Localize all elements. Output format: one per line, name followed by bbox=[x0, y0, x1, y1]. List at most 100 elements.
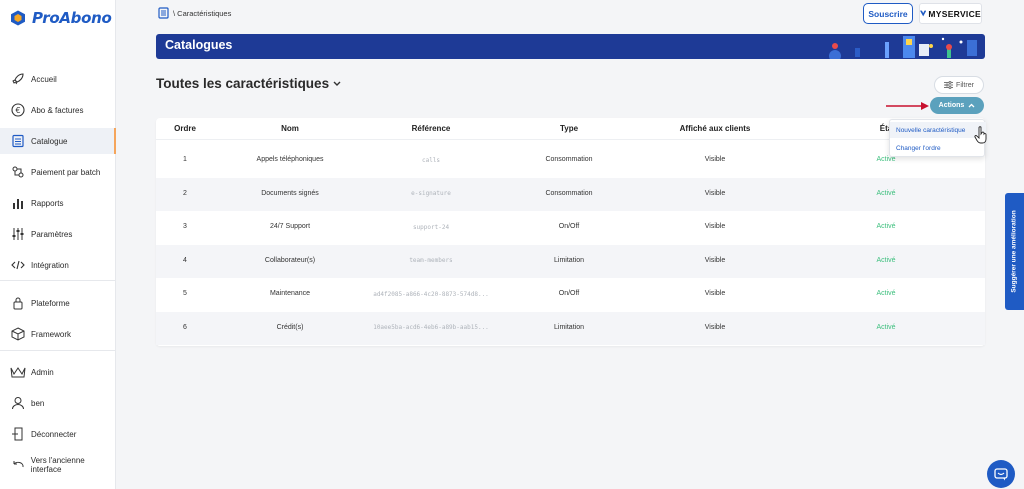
sidebar-item-deconnecter[interactable]: Déconnecter bbox=[0, 421, 116, 447]
characteristics-table: Ordre Nom Référence Type Affiché aux cli… bbox=[156, 118, 985, 346]
page-banner: Catalogues bbox=[156, 34, 985, 59]
sidebar-item-admin[interactable]: Admin bbox=[0, 359, 116, 385]
breadcrumb: \ Caractéristiques bbox=[158, 7, 231, 19]
sidebar-item-accueil[interactable]: Accueil bbox=[0, 66, 116, 92]
row-reference: team-members bbox=[409, 257, 453, 264]
banner-title: Catalogues bbox=[165, 38, 233, 52]
euro-icon: € bbox=[10, 102, 26, 118]
sidebar-item-label: Intégration bbox=[31, 260, 69, 270]
sidebar-item-label: Paramètres bbox=[31, 229, 73, 239]
sidebar-item-integration[interactable]: Intégration bbox=[0, 252, 116, 278]
arrow-annotation-icon bbox=[886, 102, 929, 110]
sidebar-item-plateforme[interactable]: Plateforme bbox=[0, 290, 116, 316]
sidebar: ProAbono Accueil € Abo & factures Catalo… bbox=[0, 0, 116, 489]
row-reference: e-signature bbox=[411, 190, 451, 197]
subscribe-button[interactable]: Souscrire bbox=[863, 3, 913, 24]
lock-icon bbox=[10, 295, 26, 311]
status-badge: Activé bbox=[876, 156, 896, 163]
column-header-type[interactable]: Type bbox=[560, 124, 578, 133]
table-row[interactable]: 3 24/7 Support support-24 On/Off Visible… bbox=[156, 211, 985, 245]
row-type: On/Off bbox=[558, 223, 580, 230]
sidebar-item-catalogue[interactable]: Catalogue bbox=[0, 128, 116, 154]
row-reference: ad4f2085-a866-4c20-8873-574d8... bbox=[373, 290, 489, 298]
logout-icon bbox=[10, 426, 26, 442]
menu-item-nouvelle-caracteristique[interactable]: Nouvelle caractéristique bbox=[890, 122, 986, 138]
table-row[interactable]: 2 Documents signés e-signature Consommat… bbox=[156, 177, 985, 211]
sidebar-divider bbox=[0, 280, 116, 281]
user-icon bbox=[10, 395, 26, 411]
catalog-icon[interactable] bbox=[158, 7, 169, 19]
sidebar-item-label: Déconnecter bbox=[31, 429, 77, 439]
table-row[interactable]: 5 Maintenance ad4f2085-a866-4c20-8873-57… bbox=[156, 278, 985, 312]
table-row[interactable]: 4 Collaborateur(s) team-members Limitati… bbox=[156, 244, 985, 278]
logo[interactable]: ProAbono bbox=[10, 9, 112, 27]
actions-button[interactable]: Actions bbox=[930, 97, 984, 114]
sidebar-item-ancienne-interface[interactable]: Vers l'ancienne interface bbox=[0, 452, 116, 478]
sidebar-item-label: Catalogue bbox=[31, 136, 68, 146]
row-visibility: Visible bbox=[704, 223, 726, 230]
column-header-nom[interactable]: Nom bbox=[281, 124, 299, 133]
sidebar-item-rapports[interactable]: Rapports bbox=[0, 190, 116, 216]
row-type: On/Off bbox=[558, 290, 580, 297]
actions-label: Actions bbox=[938, 102, 965, 109]
sidebar-item-framework[interactable]: Framework bbox=[0, 321, 116, 347]
row-order: 3 bbox=[183, 223, 187, 230]
chevron-down-icon bbox=[333, 81, 341, 86]
row-visibility: Visible bbox=[704, 323, 726, 331]
banner-illustration bbox=[829, 36, 977, 59]
svg-text:€: € bbox=[15, 106, 20, 115]
table-row[interactable]: 1 Appels téléphoniques calls Consommatio… bbox=[156, 144, 985, 178]
column-header-affiche[interactable]: Affiché aux clients bbox=[680, 124, 751, 133]
row-reference: calls bbox=[421, 156, 441, 164]
sidebar-item-label: Plateforme bbox=[31, 298, 70, 308]
row-type: Limitation bbox=[554, 256, 584, 264]
row-name: Crédit(s) bbox=[276, 323, 304, 331]
sidebar-item-label: Paiement par batch bbox=[31, 167, 101, 177]
service-selector[interactable]: MYSERVICE bbox=[919, 3, 982, 24]
row-reference: 10aee5ba-acd6-4eb6-a89b-aab15... bbox=[373, 324, 489, 331]
sidebar-item-label: Admin bbox=[31, 367, 54, 377]
sidebar-item-label: Rapports bbox=[31, 198, 64, 208]
row-order: 1 bbox=[183, 156, 187, 163]
sidebar-item-abo-factures[interactable]: € Abo & factures bbox=[0, 97, 116, 123]
feedback-tab[interactable]: Suggérer une amélioration bbox=[1005, 193, 1024, 310]
cube-icon bbox=[10, 326, 26, 342]
page-title[interactable]: Toutes les caractéristiques bbox=[156, 76, 341, 91]
sidebar-item-label: Framework bbox=[31, 329, 72, 339]
sidebar-divider bbox=[0, 350, 116, 351]
row-type: Limitation bbox=[554, 323, 584, 331]
breadcrumb-current: \ Caractéristiques bbox=[173, 8, 232, 18]
sidebar-item-label: Accueil bbox=[31, 74, 57, 84]
table-header: Ordre Nom Référence Type Affiché aux cli… bbox=[156, 118, 985, 140]
row-visibility: Visible bbox=[704, 256, 726, 264]
row-name: Collaborateur(s) bbox=[264, 256, 316, 264]
column-header-ordre[interactable]: Ordre bbox=[174, 124, 196, 133]
filter-button[interactable]: Filtrer bbox=[934, 76, 984, 94]
column-header-reference[interactable]: Référence bbox=[412, 124, 451, 133]
filter-label: Filtrer bbox=[956, 81, 974, 89]
row-name: Appels téléphoniques bbox=[256, 156, 324, 163]
status-badge: Activé bbox=[876, 290, 896, 297]
row-order: 6 bbox=[183, 323, 187, 331]
sidebar-item-parametres[interactable]: Paramètres bbox=[0, 221, 116, 247]
row-name: Maintenance bbox=[269, 290, 311, 297]
chat-button[interactable] bbox=[987, 460, 1015, 488]
menu-item-changer-ordre[interactable]: Changer l'ordre bbox=[890, 140, 986, 156]
row-visibility: Visible bbox=[704, 290, 726, 297]
row-type: Consommation bbox=[545, 156, 593, 163]
status-badge: Activé bbox=[876, 189, 896, 197]
table-row[interactable]: 6 Crédit(s) 10aee5ba-acd6-4eb6-a89b-aab1… bbox=[156, 311, 985, 345]
row-visibility: Visible bbox=[704, 189, 726, 197]
actions-dropdown-menu: Nouvelle caractéristique Changer l'ordre bbox=[889, 119, 986, 157]
sidebar-item-label: Abo & factures bbox=[31, 105, 84, 115]
status-badge: Activé bbox=[876, 256, 896, 264]
row-type: Consommation bbox=[545, 189, 593, 197]
sidebar-item-user[interactable]: ben bbox=[0, 390, 116, 416]
row-name: 24/7 Support bbox=[269, 223, 311, 230]
chevron-up-icon bbox=[968, 103, 975, 108]
row-name: Documents signés bbox=[261, 189, 319, 197]
row-order: 2 bbox=[183, 189, 187, 197]
service-logo-icon bbox=[920, 10, 927, 17]
sidebar-item-paiement-batch[interactable]: Paiement par batch bbox=[0, 159, 116, 185]
row-order: 4 bbox=[183, 256, 187, 264]
